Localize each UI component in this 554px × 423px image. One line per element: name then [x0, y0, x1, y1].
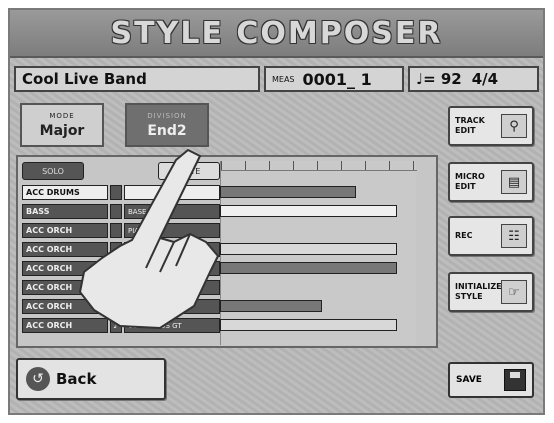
division-value: End2 — [147, 122, 187, 139]
floppy-disk-icon — [504, 369, 526, 391]
note-icon: ♪ — [110, 280, 122, 295]
rec-label: REC — [455, 231, 473, 240]
track-name: ACC ORCH — [22, 242, 108, 257]
track-name: ACC ORCH — [22, 223, 108, 238]
keyboard-icon: ☷ — [501, 224, 527, 248]
tempo-field: ♩= 92 4/4 — [408, 66, 539, 92]
page-title: STYLE COMPOSER — [110, 15, 443, 51]
track-edit-label-2: EDIT — [455, 126, 476, 135]
track-name: BASS — [22, 204, 108, 219]
initialize-style-button[interactable]: INITIALIZE STYLE ☞ — [448, 272, 534, 312]
hand-icon: ☞ — [501, 280, 527, 304]
track-level-bar — [220, 186, 356, 198]
micro-edit-label-2: EDIT — [455, 182, 476, 191]
style-name-text: Cool Live Band — [22, 70, 147, 88]
title-bar: STYLE COMPOSER — [10, 10, 543, 58]
save-label: SAVE — [456, 375, 482, 385]
measure-label: MEAS — [272, 74, 295, 84]
track-row[interactable]: ACC DRUMS — [22, 185, 220, 200]
mute-button[interactable]: MUTE — [158, 162, 220, 180]
back-arrow-icon: ↺ — [26, 367, 50, 391]
note-icon — [110, 185, 122, 200]
note-icon — [110, 242, 122, 257]
track-level-bar — [220, 262, 397, 274]
track-level-bar — [220, 300, 322, 312]
magnifier-icon: ⚲ — [501, 114, 527, 138]
track-sound — [124, 185, 220, 200]
track-name: ACC ORCH — [22, 299, 108, 314]
micro-edit-label-1: MICRO — [455, 172, 485, 181]
track-name: ACC ORCH — [22, 280, 108, 295]
mode-value: Major — [39, 122, 85, 139]
track-row[interactable]: BASS BASE — [22, 204, 220, 219]
track-sound: US CHORUS GT — [124, 318, 220, 333]
initialize-label-1: INITIALIZE — [455, 282, 502, 291]
solo-button[interactable]: SOLO — [22, 162, 84, 180]
measure-value: 0001_ 1 — [302, 69, 372, 89]
track-name: ACC ORCH — [22, 261, 108, 276]
track-row[interactable]: ACC ORCH ♪ JAZZ ORGAN — [22, 299, 220, 314]
track-row[interactable]: ACC ORCH MAC GUITAR — [22, 261, 220, 276]
track-name: ACC DRUMS — [22, 185, 108, 200]
track-sound: BASE — [124, 204, 220, 219]
track-edit-label-1: TRACK — [455, 116, 485, 125]
note-icon — [110, 261, 122, 276]
time-signature: 4/4 — [471, 70, 499, 88]
back-label: Back — [56, 370, 97, 388]
track-level-bar — [220, 319, 397, 331]
bar-ruler — [221, 161, 417, 171]
initialize-label-2: STYLE — [455, 292, 483, 301]
note-icon: ♪ — [110, 299, 122, 314]
track-panel: SOLO MUTE ACC DRUMS BASS BASE ACC ORCH PIANO… — [16, 155, 438, 348]
division-label: DIVISION — [147, 111, 187, 120]
monitor-icon: ▤ — [501, 170, 527, 194]
track-sound: MAC GUITAR — [124, 261, 220, 276]
mode-label: MODE — [49, 111, 75, 120]
mode-selector[interactable]: MODE Major — [20, 103, 104, 147]
track-level-bar — [220, 243, 397, 255]
note-icon — [110, 204, 122, 219]
track-level-bar — [220, 205, 397, 217]
track-name: ACC ORCH — [22, 318, 108, 333]
track-edit-button[interactable]: TRACK EDIT ⚲ — [448, 106, 534, 146]
rec-button[interactable]: REC ☷ — [448, 216, 534, 256]
micro-edit-button[interactable]: MICRO EDIT ▤ — [448, 162, 534, 202]
style-composer-screen: STYLE COMPOSER Cool Live Band MEAS 0001_… — [8, 8, 545, 415]
division-selector[interactable]: DIVISION End2 — [125, 103, 209, 147]
track-row[interactable]: ACC ORCH ♪ PRO STAGE — [22, 280, 220, 295]
track-sound: PRO STAGE — [124, 280, 220, 295]
track-row[interactable]: ACC ORCH ♪ US CHORUS GT — [22, 318, 220, 333]
note-icon: ♪ — [110, 318, 122, 333]
measure-field: MEAS 0001_ 1 — [264, 66, 404, 92]
track-row[interactable]: ACC ORCH PIANO — [22, 223, 220, 238]
track-sound: GUITR — [124, 242, 220, 257]
back-button[interactable]: ↺ Back — [16, 358, 166, 400]
style-name-field[interactable]: Cool Live Band — [14, 66, 260, 92]
track-row[interactable]: ACC ORCH GUITR — [22, 242, 220, 257]
track-sound: JAZZ ORGAN — [124, 299, 220, 314]
note-icon — [110, 223, 122, 238]
save-button[interactable]: SAVE — [448, 362, 534, 398]
tempo-value: ♩= 92 — [416, 70, 462, 88]
track-sound: PIANO — [124, 223, 220, 238]
